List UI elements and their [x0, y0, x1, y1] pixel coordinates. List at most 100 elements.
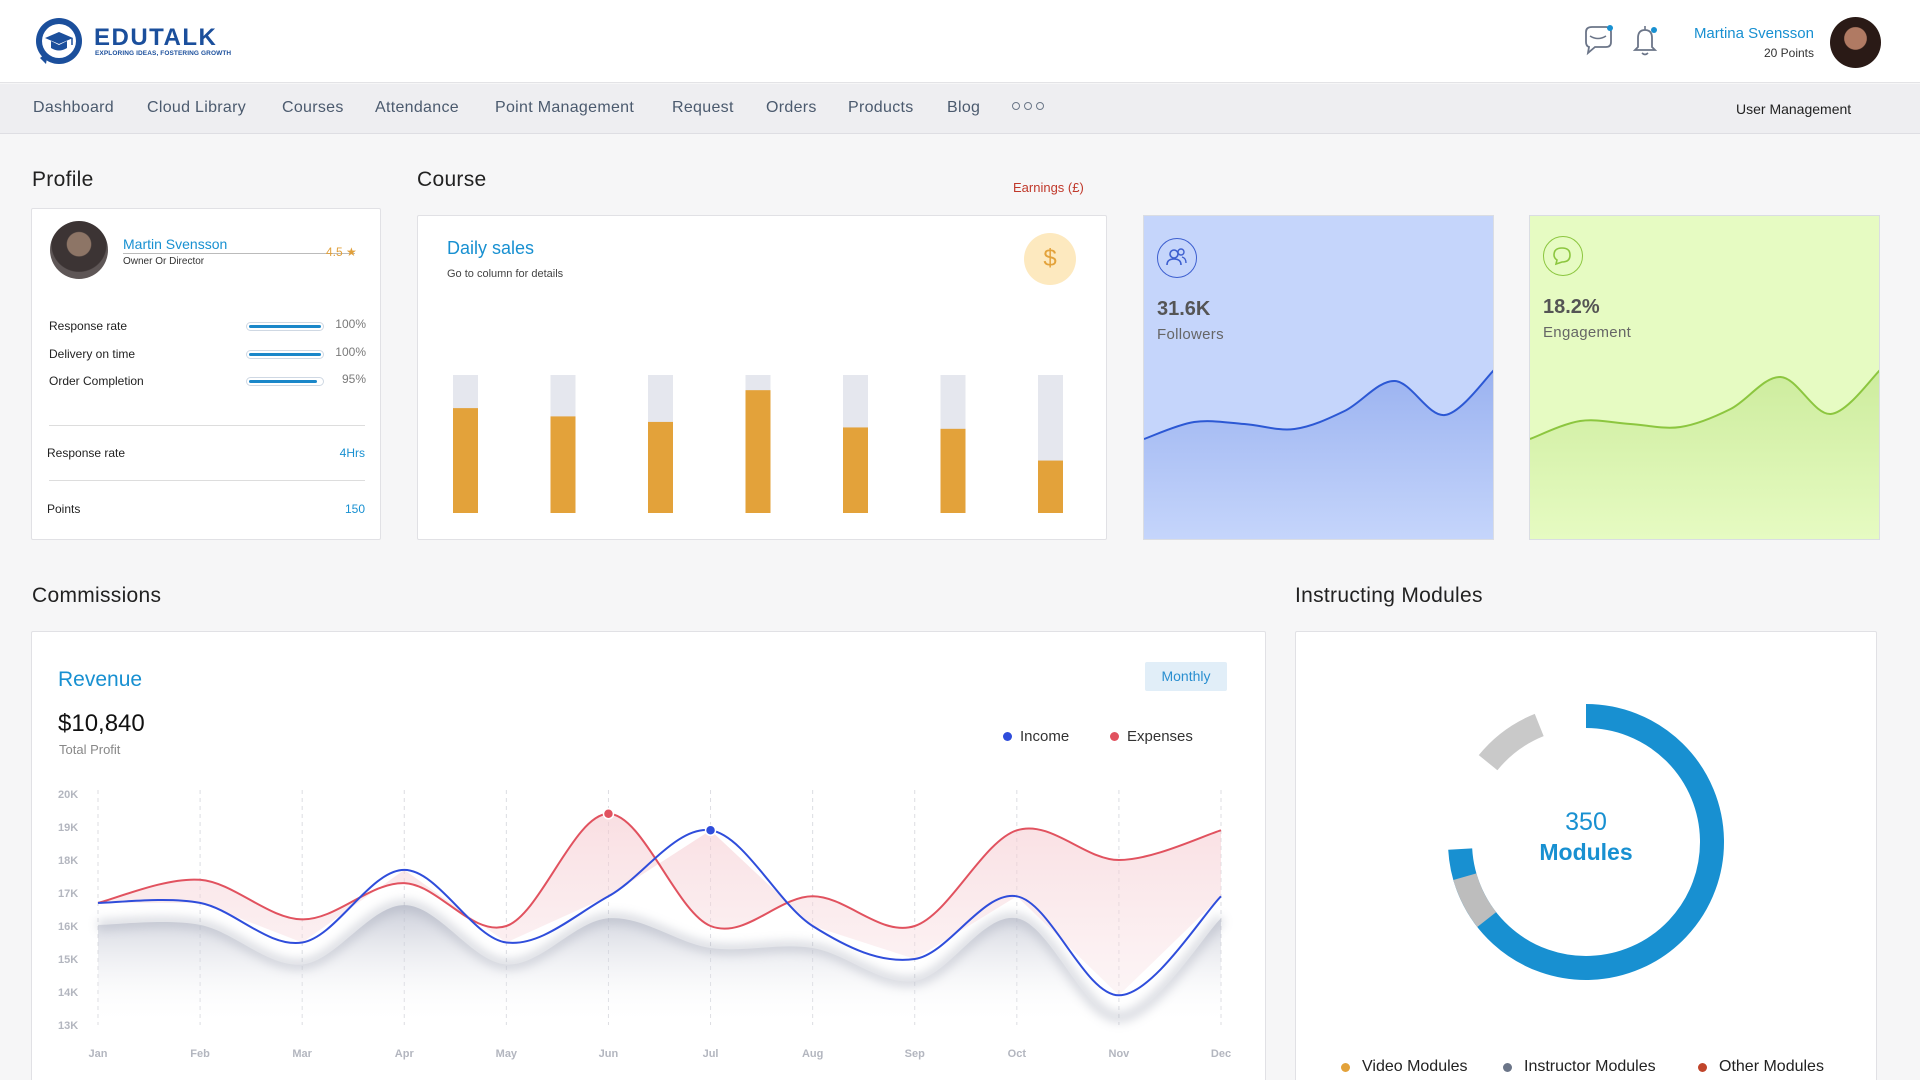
chat-bubble-icon [1543, 236, 1583, 276]
y-tick-label: 17K [58, 888, 78, 900]
metric-progress-fill [249, 325, 321, 328]
stat-value: 150 [344, 502, 365, 516]
engagement-sparkline [1530, 369, 1879, 539]
stat-label: Points [47, 502, 81, 516]
nav-item-courses[interactable]: Courses [282, 99, 344, 117]
metric-progress-fill [249, 380, 318, 383]
course-section-title: Course [417, 168, 487, 191]
engagement-card[interactable]: 18.2% Engagement [1529, 215, 1880, 540]
nav-item-blog[interactable]: Blog [947, 99, 980, 117]
profile-role: Owner Or Director [123, 256, 205, 267]
top-bar: EDUTALK EXPLORING IDEAS, FOSTERING GROWT… [0, 0, 1920, 83]
followers-value: 31.6K [1157, 298, 1211, 320]
divider [49, 425, 365, 426]
x-tick-label: Nov [1109, 1048, 1131, 1060]
stat-value: 4Hrs [339, 446, 365, 460]
commissions-section-title: Commissions [32, 584, 162, 607]
nav-item-orders[interactable]: Orders [766, 99, 817, 117]
legend-instructor-modules[interactable]: Instructor Modules [1503, 1058, 1656, 1076]
daily-sales-card: Daily sales Go to column for details $ [417, 215, 1107, 540]
legend-other-modules-label: Other Modules [1719, 1058, 1824, 1075]
metric-label: Order Completion [49, 374, 144, 388]
video-modules-dot [1341, 1062, 1350, 1072]
sparkline-area [1530, 371, 1879, 539]
bar [940, 428, 966, 513]
y-tick-label: 15K [58, 954, 78, 966]
metric-label: Response rate [49, 319, 128, 333]
x-tick-label: Oct [1008, 1048, 1027, 1060]
metric-percent: 100% [335, 317, 366, 331]
bar [1038, 460, 1063, 513]
users-icon [1157, 238, 1197, 278]
bar [843, 427, 868, 513]
x-tick-label: May [496, 1048, 518, 1060]
nav-item-attendance[interactable]: Attendance [375, 99, 459, 117]
data-point-marker [704, 824, 717, 837]
user-avatar[interactable] [1830, 17, 1881, 68]
y-tick-label: 13K [58, 1020, 78, 1032]
chat-icon[interactable] [1580, 22, 1616, 58]
x-tick-label: Mar [292, 1048, 312, 1060]
followers-card[interactable]: 31.6K Followers [1143, 215, 1494, 540]
x-tick-label: Sep [905, 1048, 925, 1060]
more-dots-icon[interactable] [1012, 102, 1046, 116]
user-points: 20 Points [1763, 46, 1814, 60]
logo[interactable]: EDUTALK EXPLORING IDEAS, FOSTERING GROWT… [32, 14, 231, 70]
star-icon: ★ [346, 245, 357, 259]
profile-card: Martin Svensson Owner Or Director 4.5 ★ … [31, 208, 381, 540]
brand-tagline: EXPLORING IDEAS, FOSTERING GROWTH [95, 50, 232, 57]
y-tick-label: 20K [58, 789, 78, 801]
metric-progress-bar [246, 350, 324, 359]
legend-video-modules[interactable]: Video Modules [1341, 1058, 1468, 1076]
bar [648, 421, 673, 513]
nav-item-cloud-library[interactable]: Cloud Library [147, 99, 246, 117]
modules-total: 350 [1565, 808, 1607, 836]
engagement-value: 18.2% [1543, 296, 1600, 318]
nav-item-dashboard[interactable]: Dashboard [33, 99, 114, 117]
modules-section-title: Instructing Modules [1295, 584, 1483, 607]
x-tick-label: Jan [89, 1048, 108, 1060]
main-nav: Dashboard Cloud Library Courses Attendan… [0, 84, 1920, 134]
revenue-card: Revenue $10,840 Total Profit Monthly Inc… [31, 631, 1266, 1080]
profile-name[interactable]: Martin Svensson [123, 236, 227, 252]
bell-icon[interactable] [1628, 22, 1664, 58]
bar [550, 416, 576, 513]
bar [453, 408, 478, 513]
bar [745, 390, 771, 513]
nav-item-request[interactable]: Request [672, 99, 734, 117]
profile-avatar [50, 221, 108, 279]
instructor-modules-dot [1503, 1062, 1512, 1072]
nav-item-user-management[interactable]: User Management [1736, 101, 1851, 117]
y-tick-label: 18K [58, 855, 78, 867]
data-point-marker [602, 808, 615, 820]
modules-card: 350 Modules Video Modules Instructor Mod… [1295, 631, 1877, 1080]
daily-sales-chart [453, 375, 1063, 513]
x-tick-label: Aug [802, 1048, 823, 1060]
profile-section-title: Profile [32, 168, 94, 191]
metric-percent: 95% [341, 372, 366, 386]
user-name[interactable]: Martina Svensson [1694, 25, 1814, 42]
x-tick-label: Apr [395, 1048, 415, 1060]
y-tick-label: 16K [58, 921, 78, 933]
nav-item-products[interactable]: Products [848, 99, 914, 117]
modules-label: Modules [1539, 839, 1633, 865]
metric-label: Delivery on time [49, 347, 136, 361]
earnings-label: Earnings (£) [1013, 180, 1084, 195]
x-tick-label: Jun [599, 1048, 619, 1060]
sparkline-area [1144, 371, 1493, 539]
brand-name: EDUTALK [94, 24, 218, 51]
metric-progress-fill [249, 353, 321, 356]
nav-item-point-management[interactable]: Point Management [495, 99, 634, 117]
rating-value: 4.5 [326, 245, 343, 259]
followers-sparkline [1144, 369, 1493, 539]
x-tick-label: Feb [190, 1048, 210, 1060]
legend-other-modules[interactable]: Other Modules [1698, 1058, 1824, 1076]
divider [49, 480, 365, 481]
legend-instructor-modules-label: Instructor Modules [1524, 1058, 1656, 1075]
revenue-chart: Jan Feb Mar Apr May Jun Jul Aug Sep Oct Nov Dec 20K 1… [58, 789, 1231, 1060]
legend-video-modules-label: Video Modules [1362, 1058, 1468, 1075]
metric-progress-bar [246, 377, 324, 386]
y-tick-label: 14K [58, 987, 78, 999]
logo-icon [36, 18, 82, 64]
profile-rating: 4.5 ★ [326, 245, 357, 259]
